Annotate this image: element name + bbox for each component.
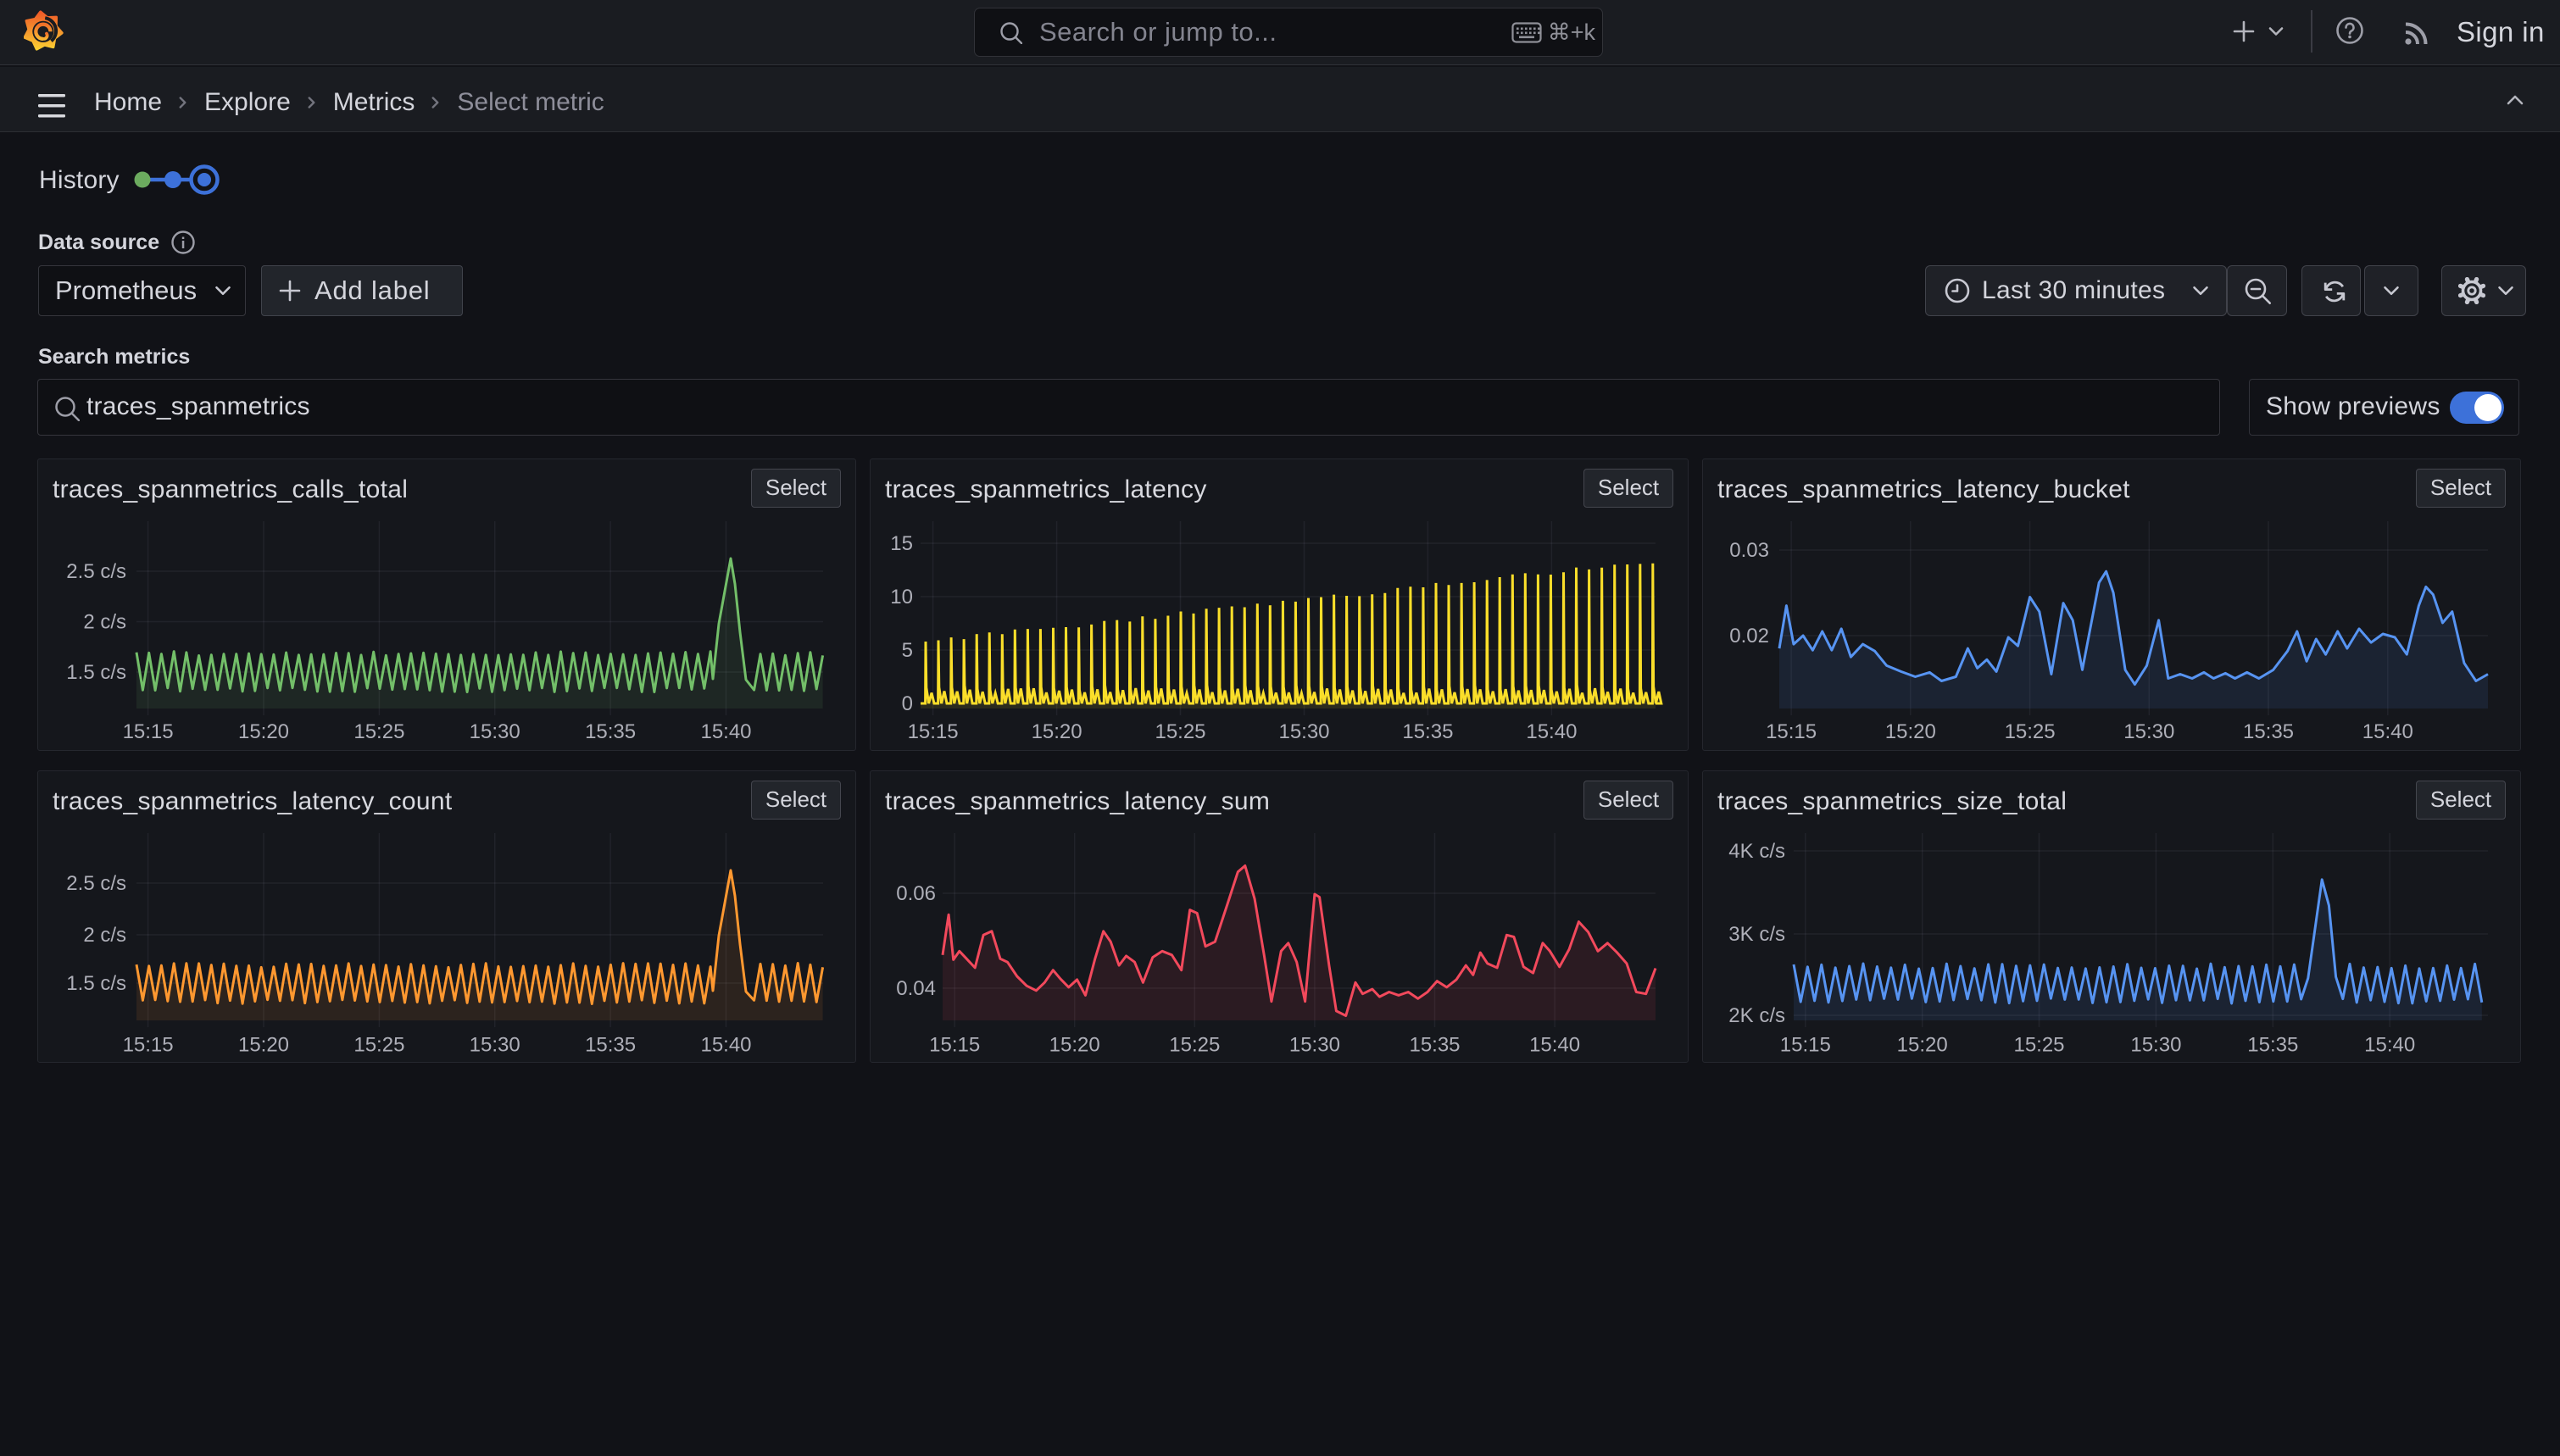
svg-text:15:35: 15:35 (1409, 1034, 1460, 1057)
svg-text:4K c/s: 4K c/s (1728, 840, 1785, 863)
svg-text:15:30: 15:30 (470, 1034, 520, 1057)
svg-text:15:30: 15:30 (2123, 720, 2174, 743)
svg-text:15: 15 (890, 532, 913, 555)
svg-text:1.5 c/s: 1.5 c/s (66, 972, 126, 995)
svg-text:15:35: 15:35 (2243, 720, 2294, 743)
svg-text:0.02: 0.02 (1729, 625, 1769, 647)
svg-text:15:20: 15:20 (238, 1034, 289, 1057)
svg-text:2.5 c/s: 2.5 c/s (66, 560, 126, 583)
svg-text:0.03: 0.03 (1729, 539, 1769, 562)
svg-text:15:40: 15:40 (700, 1034, 751, 1057)
svg-text:15:35: 15:35 (585, 1034, 636, 1057)
svg-text:15:35: 15:35 (2247, 1034, 2298, 1057)
svg-text:15:15: 15:15 (1766, 720, 1817, 743)
svg-text:15:15: 15:15 (1780, 1034, 1831, 1057)
svg-text:15:30: 15:30 (2130, 1034, 2181, 1057)
svg-text:15:25: 15:25 (1169, 1034, 1220, 1057)
svg-text:15:25: 15:25 (353, 720, 404, 743)
svg-text:15:15: 15:15 (123, 720, 174, 743)
svg-text:15:25: 15:25 (2013, 1034, 2064, 1057)
svg-text:15:25: 15:25 (1155, 720, 1205, 743)
svg-text:15:40: 15:40 (2364, 1034, 2415, 1057)
svg-text:2 c/s: 2 c/s (83, 611, 126, 634)
svg-text:15:20: 15:20 (238, 720, 289, 743)
svg-text:15:20: 15:20 (1049, 1034, 1100, 1057)
svg-text:15:30: 15:30 (1278, 720, 1329, 743)
svg-text:3K c/s: 3K c/s (1728, 923, 1785, 946)
svg-text:15:40: 15:40 (2362, 720, 2413, 743)
svg-text:1.5 c/s: 1.5 c/s (66, 661, 126, 684)
svg-text:15:40: 15:40 (1529, 1034, 1580, 1057)
svg-text:15:25: 15:25 (353, 1034, 404, 1057)
svg-text:15:15: 15:15 (929, 1034, 980, 1057)
svg-text:15:30: 15:30 (1289, 1034, 1340, 1057)
svg-text:2.5 c/s: 2.5 c/s (66, 872, 126, 895)
svg-text:0: 0 (902, 692, 913, 715)
svg-text:15:25: 15:25 (2005, 720, 2056, 743)
svg-text:15:40: 15:40 (1526, 720, 1577, 743)
svg-text:15:20: 15:20 (1897, 1034, 1948, 1057)
svg-text:15:35: 15:35 (1402, 720, 1453, 743)
svg-text:10: 10 (890, 586, 913, 609)
svg-text:15:40: 15:40 (700, 720, 751, 743)
svg-text:2K c/s: 2K c/s (1728, 1004, 1785, 1027)
svg-text:15:15: 15:15 (123, 1034, 174, 1057)
svg-text:15:20: 15:20 (1032, 720, 1082, 743)
svg-text:15:35: 15:35 (585, 720, 636, 743)
svg-text:0.06: 0.06 (896, 882, 936, 905)
svg-text:2 c/s: 2 c/s (83, 924, 126, 947)
svg-text:5: 5 (902, 639, 913, 662)
svg-text:0.04: 0.04 (896, 977, 936, 1000)
svg-text:15:30: 15:30 (470, 720, 520, 743)
svg-text:15:15: 15:15 (908, 720, 959, 743)
svg-text:15:20: 15:20 (1885, 720, 1936, 743)
